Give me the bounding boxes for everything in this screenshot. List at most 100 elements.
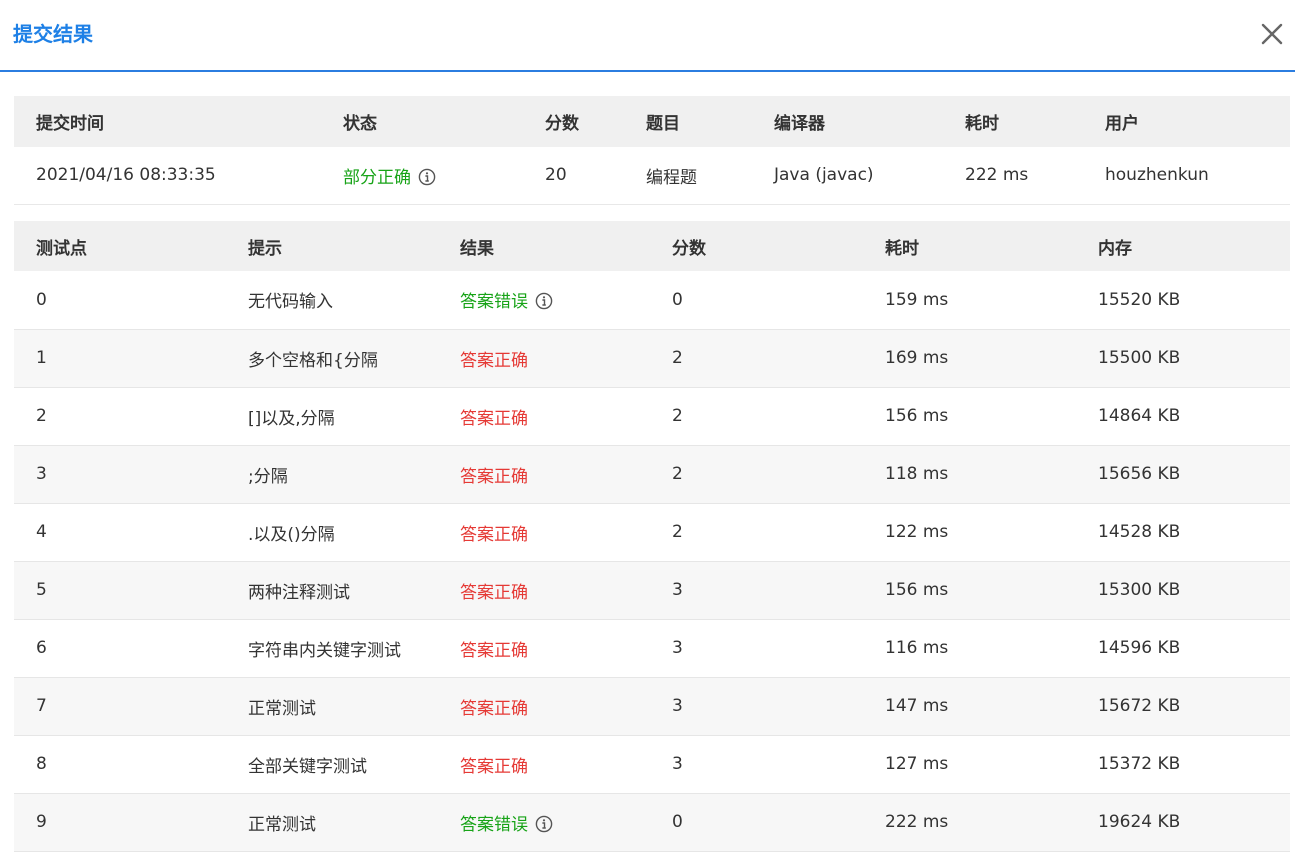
test-point-id: 6 — [14, 619, 226, 678]
close-button[interactable] — [1258, 20, 1286, 48]
score: 20 — [523, 147, 624, 205]
test-memory: 15500 KB — [1076, 329, 1290, 388]
test-memory: 15300 KB — [1076, 561, 1290, 620]
col-score: 分数 — [523, 96, 624, 147]
close-icon — [1261, 23, 1283, 45]
col-memory: 内存 — [1076, 221, 1290, 271]
test-result: 答案错误 — [460, 814, 528, 835]
test-result: 答案正确 — [460, 350, 528, 371]
compiler: Java (javac) — [752, 147, 943, 205]
cases-header-row: 测试点 提示 结果 分数 耗时 内存 — [14, 221, 1290, 271]
test-score: 2 — [650, 503, 863, 562]
col-submit-time: 提交时间 — [14, 96, 321, 147]
col-result: 结果 — [438, 221, 650, 271]
test-result-cell: 答案错误 — [438, 271, 650, 330]
status-cell: 部分正确 — [321, 147, 523, 205]
test-point-id: 3 — [14, 445, 226, 504]
submission-summary-table: 提交时间 状态 分数 题目 编译器 耗时 用户 2021/04/16 08:33… — [14, 96, 1290, 205]
test-time: 156 ms — [863, 561, 1076, 620]
test-point-id: 5 — [14, 561, 226, 620]
test-score: 3 — [650, 619, 863, 678]
col-compiler: 编译器 — [752, 96, 943, 147]
table-row: 1 多个空格和{分隔 答案正确 2 169 ms 15500 KB — [14, 329, 1290, 388]
test-time: 122 ms — [863, 503, 1076, 562]
dialog-header: 提交结果 — [0, 0, 1295, 72]
test-score: 0 — [650, 271, 863, 330]
info-icon[interactable] — [535, 292, 553, 310]
test-score: 3 — [650, 735, 863, 794]
test-result: 答案正确 — [460, 756, 528, 777]
test-memory: 15672 KB — [1076, 677, 1290, 736]
test-hint: 多个空格和{分隔 — [226, 329, 438, 388]
test-point-id: 0 — [14, 271, 226, 330]
table-row: 4 .以及()分隔 答案正确 2 122 ms 14528 KB — [14, 503, 1290, 562]
info-icon[interactable] — [418, 168, 436, 186]
test-memory: 15656 KB — [1076, 445, 1290, 504]
table-row: 2 []以及,分隔 答案正确 2 156 ms 14864 KB — [14, 387, 1290, 446]
test-point-id: 2 — [14, 387, 226, 446]
test-result: 答案错误 — [460, 292, 528, 313]
table-row: 9 正常测试 答案错误 0 222 ms 19624 KB — [14, 793, 1290, 852]
col-hint: 提示 — [226, 221, 438, 271]
summary-row: 2021/04/16 08:33:35 部分正确 20 编程题 Java (ja… — [14, 147, 1290, 205]
test-result-cell: 答案正确 — [438, 503, 650, 562]
test-result: 答案正确 — [460, 466, 528, 487]
test-result: 答案正确 — [460, 582, 528, 603]
test-time: 118 ms — [863, 445, 1076, 504]
test-result-cell: 答案错误 — [438, 793, 650, 852]
col-status: 状态 — [321, 96, 523, 147]
test-time: 169 ms — [863, 329, 1076, 388]
test-time: 127 ms — [863, 735, 1076, 794]
summary-header-row: 提交时间 状态 分数 题目 编译器 耗时 用户 — [14, 96, 1290, 147]
col-test-point: 测试点 — [14, 221, 226, 271]
test-hint: ;分隔 — [226, 445, 438, 504]
col-case-score: 分数 — [650, 221, 863, 271]
table-row: 8 全部关键字测试 答案正确 3 127 ms 15372 KB — [14, 735, 1290, 794]
test-hint: 无代码输入 — [226, 271, 438, 330]
test-score: 2 — [650, 445, 863, 504]
test-hint: 字符串内关键字测试 — [226, 619, 438, 678]
test-result-cell: 答案正确 — [438, 677, 650, 736]
test-score: 3 — [650, 677, 863, 736]
test-time: 116 ms — [863, 619, 1076, 678]
table-row: 7 正常测试 答案正确 3 147 ms 15672 KB — [14, 677, 1290, 736]
test-hint: 正常测试 — [226, 793, 438, 852]
test-score: 3 — [650, 561, 863, 620]
test-score: 2 — [650, 329, 863, 388]
user: houzhenkun — [1083, 147, 1290, 205]
test-result-cell: 答案正确 — [438, 735, 650, 794]
test-score: 0 — [650, 793, 863, 852]
test-result-cell: 答案正确 — [438, 619, 650, 678]
test-point-id: 7 — [14, 677, 226, 736]
test-memory: 14528 KB — [1076, 503, 1290, 562]
col-problem: 题目 — [624, 96, 752, 147]
test-point-id: 1 — [14, 329, 226, 388]
table-row: 5 两种注释测试 答案正确 3 156 ms 15300 KB — [14, 561, 1290, 620]
test-memory: 15372 KB — [1076, 735, 1290, 794]
col-duration: 耗时 — [943, 96, 1083, 147]
test-result-cell: 答案正确 — [438, 387, 650, 446]
test-point-id: 8 — [14, 735, 226, 794]
submit-time: 2021/04/16 08:33:35 — [14, 147, 321, 205]
test-result-cell: 答案正确 — [438, 445, 650, 504]
test-result: 答案正确 — [460, 640, 528, 661]
duration: 222 ms — [943, 147, 1083, 205]
test-result: 答案正确 — [460, 408, 528, 429]
test-memory: 19624 KB — [1076, 793, 1290, 852]
test-time: 159 ms — [863, 271, 1076, 330]
test-memory: 14864 KB — [1076, 387, 1290, 446]
test-score: 2 — [650, 387, 863, 446]
table-row: 3 ;分隔 答案正确 2 118 ms 15656 KB — [14, 445, 1290, 504]
test-result-cell: 答案正确 — [438, 329, 650, 388]
table-row: 0 无代码输入 答案错误 0 159 ms 15520 KB — [14, 271, 1290, 330]
info-icon[interactable] — [535, 815, 553, 833]
test-result-cell: 答案正确 — [438, 561, 650, 620]
test-time: 222 ms — [863, 793, 1076, 852]
test-result: 答案正确 — [460, 698, 528, 719]
test-point-id: 4 — [14, 503, 226, 562]
test-memory: 15520 KB — [1076, 271, 1290, 330]
status-text: 部分正确 — [343, 167, 411, 188]
test-hint: 正常测试 — [226, 677, 438, 736]
test-point-id: 9 — [14, 793, 226, 852]
test-hint: .以及()分隔 — [226, 503, 438, 562]
